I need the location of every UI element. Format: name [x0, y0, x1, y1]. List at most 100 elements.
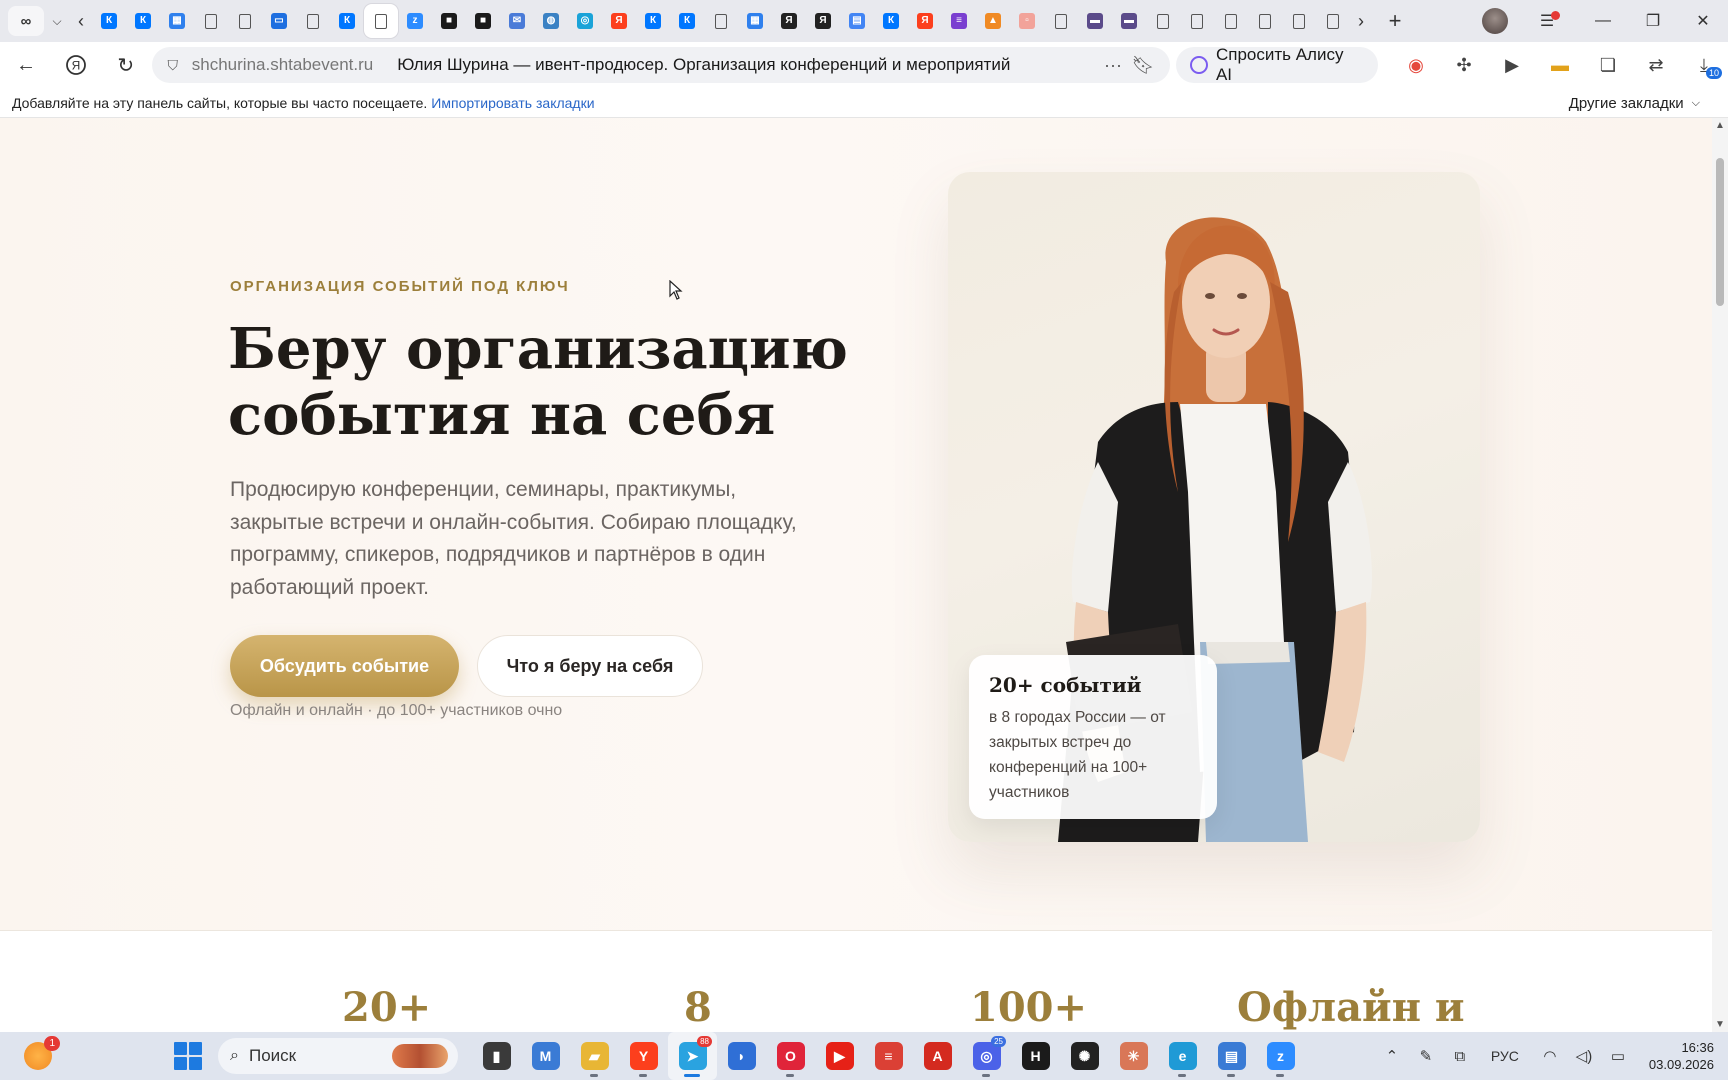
browser-tab[interactable]: Я: [908, 4, 942, 38]
translate-icon[interactable]: ⇄: [1632, 45, 1680, 85]
browser-tab[interactable]: ■: [466, 4, 500, 38]
zoom-icon[interactable]: z: [1256, 1032, 1305, 1080]
browser-tab[interactable]: Я: [806, 4, 840, 38]
profile-avatar[interactable]: [1482, 8, 1508, 34]
restore-button[interactable]: ❐: [1628, 0, 1678, 42]
browser-tab[interactable]: [364, 4, 398, 38]
browser-tab[interactable]: [1282, 4, 1316, 38]
browser-tab[interactable]: К: [126, 4, 160, 38]
url-domain[interactable]: shchurina.shtabevent.ru: [192, 55, 373, 75]
what-i-do-button[interactable]: Что я беру на себя: [477, 635, 703, 697]
more-icon[interactable]: ···: [1098, 55, 1128, 76]
browser-tab[interactable]: [296, 4, 330, 38]
shield-icon[interactable]: ⛉: [164, 56, 182, 74]
browser-tab[interactable]: z: [398, 4, 432, 38]
browser-tab[interactable]: ▦: [738, 4, 772, 38]
ask-alisa-button[interactable]: Спросить Алису AI: [1176, 45, 1378, 84]
record-icon[interactable]: ◉: [1392, 45, 1440, 85]
browser-tab[interactable]: К: [636, 4, 670, 38]
scrollbar-thumb[interactable]: [1716, 158, 1724, 306]
cloud-icon[interactable]: ◗: [717, 1032, 766, 1080]
browser-tab[interactable]: ■: [432, 4, 466, 38]
start-menu-icon[interactable]: [174, 1042, 202, 1070]
clock[interactable]: 16:36 03.09.2026: [1649, 1039, 1714, 1073]
browser-tab[interactable]: [194, 4, 228, 38]
close-window-button[interactable]: ✕: [1678, 0, 1728, 42]
browser-tab[interactable]: ▬: [1112, 4, 1146, 38]
wifi-icon[interactable]: ◠: [1533, 1047, 1567, 1065]
notepad-icon[interactable]: ▤: [1207, 1032, 1256, 1080]
browser-tab[interactable]: Я: [772, 4, 806, 38]
browser-tab[interactable]: ▫: [1010, 4, 1044, 38]
browser-tab[interactable]: ▤: [840, 4, 874, 38]
collections-icon[interactable]: ❏: [1584, 45, 1632, 85]
opera-icon[interactable]: O: [766, 1032, 815, 1080]
import-bookmarks-link[interactable]: Импортировать закладки: [431, 95, 594, 111]
yandex-home-icon[interactable]: Я: [56, 45, 96, 85]
folder-icon[interactable]: ▰: [570, 1032, 619, 1080]
weather-widget-icon[interactable]: 1: [24, 1036, 60, 1070]
browser-tab[interactable]: К: [670, 4, 704, 38]
browser-tab[interactable]: ▦: [160, 4, 194, 38]
browser-tab[interactable]: К: [92, 4, 126, 38]
browser-tab[interactable]: [228, 4, 262, 38]
m365-icon[interactable]: M: [521, 1032, 570, 1080]
browser-tab[interactable]: [1248, 4, 1282, 38]
bookmark-icon[interactable]: 🔖︎: [1128, 55, 1158, 76]
other-bookmarks-button[interactable]: Другие закладки ⌵: [1569, 88, 1700, 118]
browser-tab[interactable]: ≡: [942, 4, 976, 38]
new-tab-button[interactable]: +: [1380, 6, 1410, 36]
browser-tab[interactable]: ▲: [976, 4, 1010, 38]
browser-tab[interactable]: ▭: [262, 4, 296, 38]
downloads-icon[interactable]: ⤓ 10: [1680, 45, 1728, 85]
tabs-scroll-right-icon[interactable]: ›: [1350, 6, 1372, 36]
minimize-button[interactable]: —: [1578, 0, 1628, 42]
telegram-icon[interactable]: ➤ 88: [668, 1032, 717, 1080]
puzzle-icon[interactable]: ✣: [1440, 45, 1488, 85]
show-hidden-icons-icon[interactable]: ⌃: [1375, 1047, 1409, 1065]
scroll-down-arrow-icon[interactable]: ▼: [1715, 1019, 1725, 1030]
keyboard-language[interactable]: РУС: [1491, 1048, 1519, 1064]
tab-list-chevron-icon[interactable]: ⌵: [44, 6, 70, 36]
browser-tab[interactable]: Я: [602, 4, 636, 38]
chatgpt-icon[interactable]: ✺: [1060, 1032, 1109, 1080]
browser-tab[interactable]: [1044, 4, 1078, 38]
page-title[interactable]: Юлия Шурина — ивент-продюсер. Организаци…: [397, 55, 1098, 75]
browser-tab[interactable]: [1180, 4, 1214, 38]
pen-icon[interactable]: ✎: [1409, 1047, 1443, 1065]
volume-icon[interactable]: ◁): [1567, 1047, 1601, 1065]
browser-tab[interactable]: ✉: [500, 4, 534, 38]
browser-tab[interactable]: ▬: [1078, 4, 1112, 38]
browser-tab[interactable]: [1316, 4, 1350, 38]
display-icon[interactable]: ⧉: [1443, 1048, 1477, 1065]
max-messenger-icon[interactable]: ◎ 25: [962, 1032, 1011, 1080]
todoist-icon[interactable]: ≡: [864, 1032, 913, 1080]
notion-icon[interactable]: H: [1011, 1032, 1060, 1080]
browser-tab[interactable]: ◎: [568, 4, 602, 38]
browser-tab[interactable]: ◍: [534, 4, 568, 38]
tab-group-icon[interactable]: ∞: [8, 6, 44, 36]
back-icon[interactable]: ←: [6, 45, 46, 85]
pdf-reader-icon[interactable]: A: [913, 1032, 962, 1080]
yandex-browser-icon[interactable]: Y: [619, 1032, 668, 1080]
menu-icon[interactable]: ☰: [1536, 10, 1560, 32]
browser-tab[interactable]: К: [874, 4, 908, 38]
battery-icon[interactable]: ▬: [1536, 45, 1584, 85]
file-explorer-dark-icon[interactable]: ▮: [472, 1032, 521, 1080]
claude-icon[interactable]: ✳: [1109, 1032, 1158, 1080]
page-scrollbar[interactable]: ▲ ▼: [1712, 118, 1728, 1032]
battery-icon[interactable]: ▭: [1601, 1047, 1635, 1065]
browser-tab[interactable]: [704, 4, 738, 38]
browser-tab[interactable]: [1214, 4, 1248, 38]
browser-tab[interactable]: [1146, 4, 1180, 38]
edge-icon[interactable]: e: [1158, 1032, 1207, 1080]
tabs-scroll-left-icon[interactable]: ‹: [70, 6, 92, 36]
scroll-up-arrow-icon[interactable]: ▲: [1715, 120, 1725, 131]
taskbar-search[interactable]: ⌕ Поиск: [218, 1038, 458, 1074]
browser-tab[interactable]: К: [330, 4, 364, 38]
reload-icon[interactable]: ↻: [106, 45, 146, 85]
youtube-icon[interactable]: ▶: [815, 1032, 864, 1080]
omnibox[interactable]: ⛉ shchurina.shtabevent.ru Юлия Шурина — …: [151, 47, 1170, 83]
play-icon[interactable]: ▶: [1488, 45, 1536, 85]
discuss-event-button[interactable]: Обсудить событие: [230, 635, 459, 697]
